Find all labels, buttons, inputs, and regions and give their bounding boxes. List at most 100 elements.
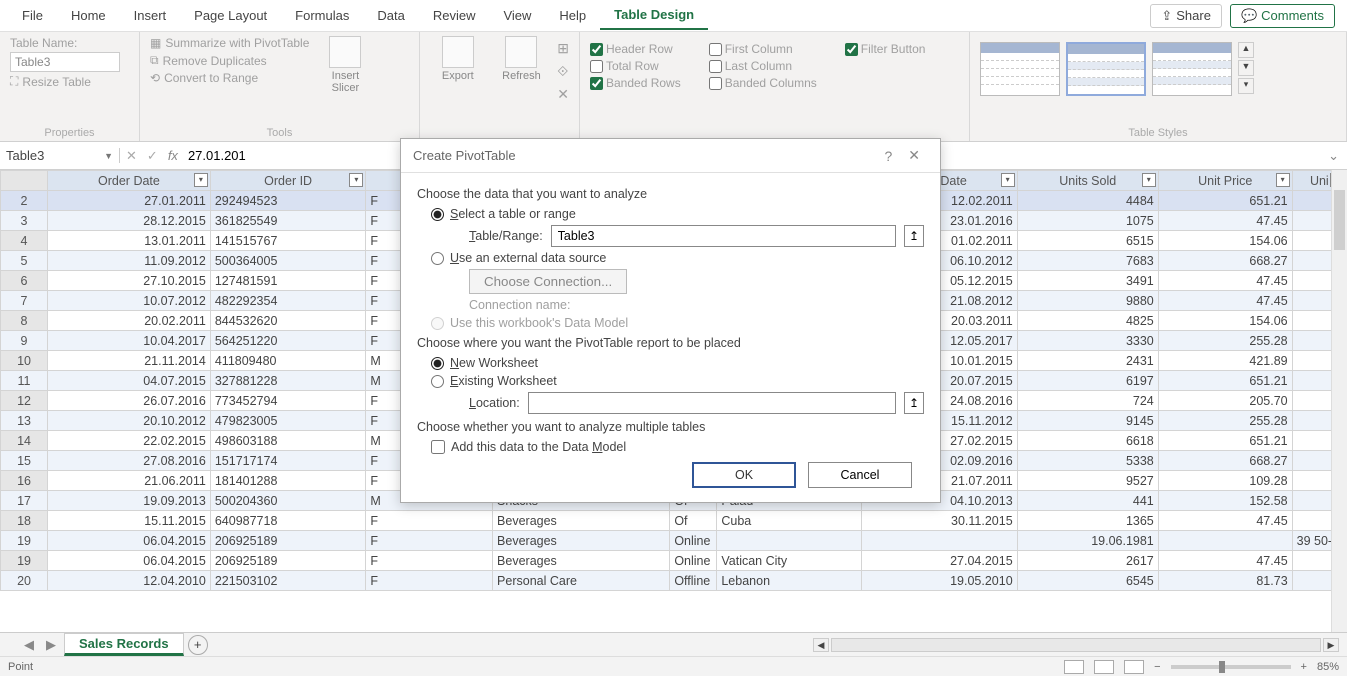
cell[interactable]: 13.01.2011 [48, 231, 211, 251]
cell[interactable]: 06.04.2015 [48, 531, 211, 551]
cell[interactable] [1158, 531, 1292, 551]
table-row[interactable]: 1815.11.2015640987718FBeveragesOfCuba30.… [1, 511, 1347, 531]
radio-external-source[interactable]: Use an external data source [431, 251, 924, 265]
view-page-break-icon[interactable] [1124, 660, 1144, 674]
cell[interactable]: 5338 [1017, 451, 1158, 471]
cell[interactable]: 181401288 [210, 471, 366, 491]
cell[interactable]: 10.04.2017 [48, 331, 211, 351]
row-header[interactable]: 12 [1, 391, 48, 411]
filter-button-checkbox[interactable]: Filter Button [845, 42, 926, 56]
menu-insert[interactable]: Insert [120, 2, 181, 29]
menu-help[interactable]: Help [545, 2, 600, 29]
banded-columns-checkbox[interactable]: Banded Columns [709, 76, 817, 90]
cell[interactable]: 361825549 [210, 211, 366, 231]
cell[interactable]: 255.28 [1158, 331, 1292, 351]
cell[interactable]: 47.45 [1158, 271, 1292, 291]
row-header[interactable]: 2 [1, 191, 48, 211]
cell[interactable]: 152.58 [1158, 491, 1292, 511]
summarize-pivot-button[interactable]: ▦Summarize with PivotTable [150, 36, 309, 50]
close-icon[interactable]: ✕ [900, 147, 928, 164]
row-header[interactable]: 7 [1, 291, 48, 311]
cell[interactable]: Cuba [717, 511, 862, 531]
row-header[interactable]: 13 [1, 411, 48, 431]
cell[interactable]: 668.27 [1158, 451, 1292, 471]
cell[interactable]: 640987718 [210, 511, 366, 531]
zoom-level[interactable]: 85% [1317, 661, 1339, 673]
row-header[interactable]: 9 [1, 331, 48, 351]
cell[interactable]: Beverages [493, 511, 670, 531]
convert-range-button[interactable]: ⟲Convert to Range [150, 71, 309, 85]
table-styles-up-icon[interactable]: ▲ [1238, 42, 1254, 58]
view-normal-icon[interactable] [1064, 660, 1084, 674]
table-row[interactable]: 2012.04.2010221503102FPersonal CareOffli… [1, 571, 1347, 591]
menu-formulas[interactable]: Formulas [281, 2, 363, 29]
cell[interactable]: 109.28 [1158, 471, 1292, 491]
cell[interactable]: 724 [1017, 391, 1158, 411]
location-input[interactable] [528, 392, 896, 414]
cell[interactable]: 47.45 [1158, 211, 1292, 231]
row-header[interactable]: 6 [1, 271, 48, 291]
tab-nav-next-icon[interactable]: ▶ [42, 637, 60, 653]
filter-dropdown-icon[interactable]: ▾ [349, 173, 363, 187]
cancel-button[interactable]: Cancel [808, 462, 912, 488]
menu-file[interactable]: File [8, 2, 57, 29]
cell[interactable]: 564251220 [210, 331, 366, 351]
cell[interactable]: 19.06.1981 [1017, 531, 1158, 551]
cell[interactable]: 27.08.2016 [48, 451, 211, 471]
cell[interactable] [717, 531, 862, 551]
fx-icon[interactable]: fx [168, 148, 178, 163]
cell[interactable]: 15.11.2015 [48, 511, 211, 531]
open-browser-icon[interactable]: ⟐ [557, 63, 569, 80]
filter-dropdown-icon[interactable]: ▾ [1001, 173, 1015, 187]
filter-dropdown-icon[interactable]: ▾ [1142, 173, 1156, 187]
cell[interactable]: 327881228 [210, 371, 366, 391]
cell[interactable]: 500204360 [210, 491, 366, 511]
export-button[interactable]: Export [430, 36, 486, 82]
header-row-checkbox[interactable]: Header Row [590, 42, 681, 56]
share-button[interactable]: ⇪Share [1150, 4, 1222, 28]
zoom-out-icon[interactable]: − [1154, 661, 1160, 673]
cell[interactable]: 154.06 [1158, 311, 1292, 331]
column-header[interactable]: Units Sold▾ [1017, 171, 1158, 191]
unlink-icon[interactable]: ✕ [557, 86, 569, 103]
column-header[interactable]: Order ID▾ [210, 171, 366, 191]
table-name-input[interactable] [10, 52, 120, 72]
cell[interactable]: 421.89 [1158, 351, 1292, 371]
menu-view[interactable]: View [489, 2, 545, 29]
filter-dropdown-icon[interactable]: ▾ [1276, 173, 1290, 187]
cell[interactable]: 500364005 [210, 251, 366, 271]
cell[interactable]: 844532620 [210, 311, 366, 331]
enter-formula-icon[interactable]: ✓ [147, 148, 158, 164]
cell[interactable]: 206925189 [210, 531, 366, 551]
cell[interactable]: 498603188 [210, 431, 366, 451]
table-style-2[interactable] [1066, 42, 1146, 96]
cell[interactable]: 151717174 [210, 451, 366, 471]
total-row-checkbox[interactable]: Total Row [590, 59, 681, 73]
tab-nav-prev-icon[interactable]: ◀ [20, 637, 38, 653]
cell[interactable]: 1075 [1017, 211, 1158, 231]
cell[interactable]: 22.02.2015 [48, 431, 211, 451]
cell[interactable]: 3330 [1017, 331, 1158, 351]
menu-home[interactable]: Home [57, 2, 120, 29]
cell[interactable]: 651.21 [1158, 431, 1292, 451]
cell[interactable]: 292494523 [210, 191, 366, 211]
cell[interactable]: 127481591 [210, 271, 366, 291]
row-header[interactable]: 15 [1, 451, 48, 471]
cell[interactable]: 20.02.2011 [48, 311, 211, 331]
cell[interactable]: 141515767 [210, 231, 366, 251]
cell[interactable]: 9880 [1017, 291, 1158, 311]
row-header[interactable]: 11 [1, 371, 48, 391]
cell[interactable]: 1365 [1017, 511, 1158, 531]
menu-page-layout[interactable]: Page Layout [180, 2, 281, 29]
table-style-3[interactable] [1152, 42, 1232, 96]
cell[interactable]: 651.21 [1158, 191, 1292, 211]
cell[interactable]: 10.07.2012 [48, 291, 211, 311]
cell[interactable]: 28.12.2015 [48, 211, 211, 231]
cell[interactable]: 26.07.2016 [48, 391, 211, 411]
cell[interactable]: 668.27 [1158, 251, 1292, 271]
cancel-formula-icon[interactable]: ✕ [126, 148, 137, 164]
cell[interactable]: 27.10.2015 [48, 271, 211, 291]
row-header[interactable]: 16 [1, 471, 48, 491]
radio-new-worksheet[interactable]: New Worksheet [431, 356, 924, 370]
cell[interactable]: 255.28 [1158, 411, 1292, 431]
